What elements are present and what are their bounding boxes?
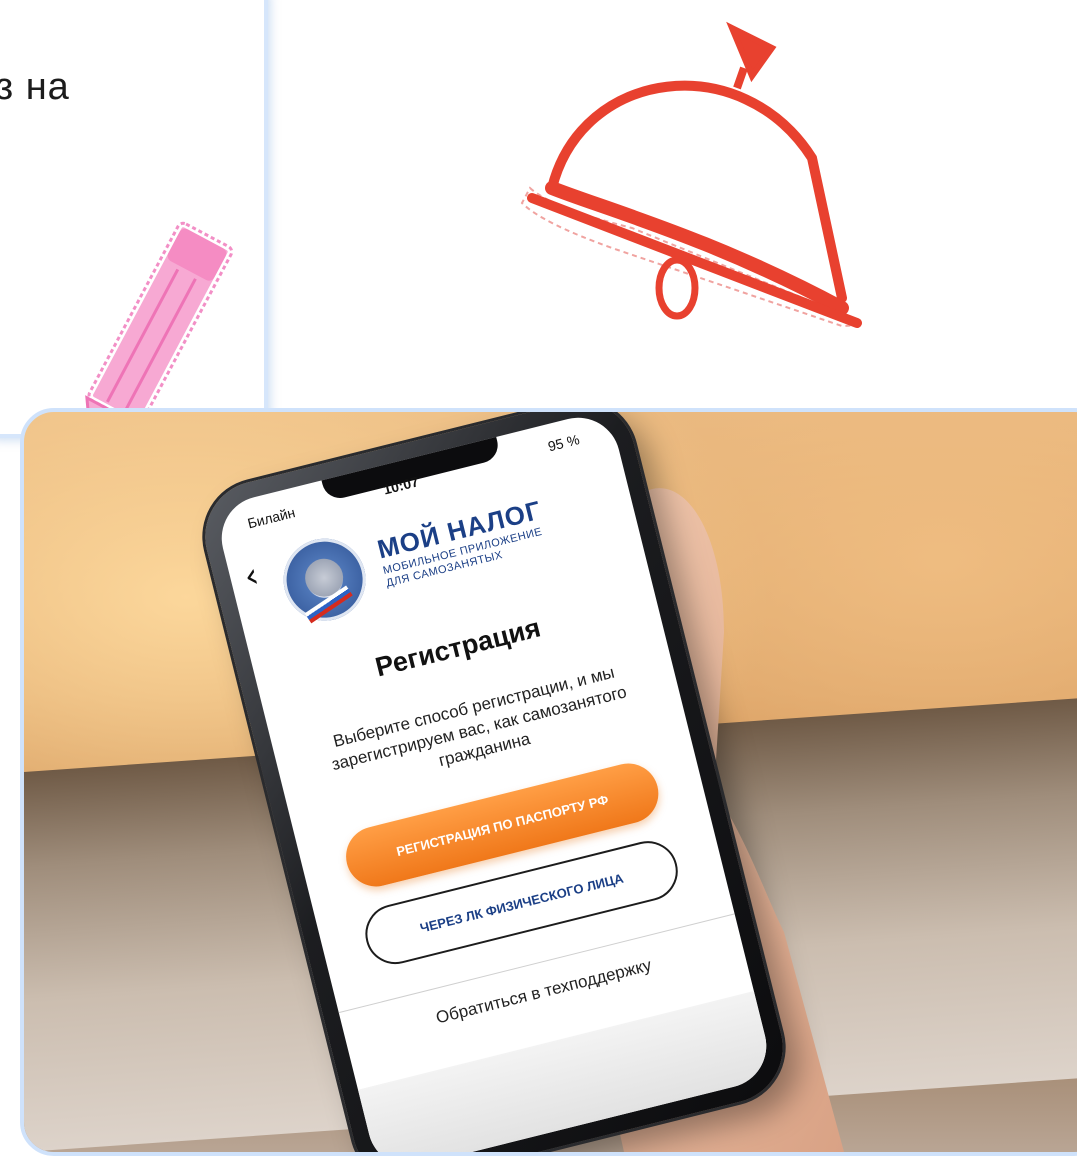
card-text: аз на — [0, 66, 70, 108]
carrier-label: Билайн — [245, 504, 297, 532]
app-brand: МОЙ НАЛОГ МОБИЛЬНОЕ ПРИЛОЖЕНИЕ ДЛЯ САМОЗ… — [374, 495, 551, 591]
status-time: 10:07 — [381, 473, 421, 498]
fns-emblem-icon — [274, 529, 375, 630]
chevron-left-icon[interactable]: ‹ — [240, 555, 263, 597]
battery-level: 95 % — [546, 431, 582, 455]
photo-frame: Билайн 10:07 95 % ‹ МОЙ НАЛОГ МОБИЛЬНОЕ … — [20, 408, 1077, 1156]
service-bell-icon — [520, 21, 862, 328]
